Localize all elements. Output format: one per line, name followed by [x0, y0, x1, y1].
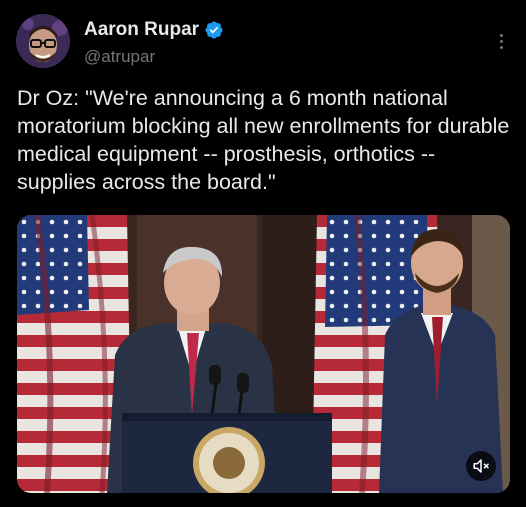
post-header: Aaron Rupar @atrupar [0, 0, 526, 80]
video-frame [17, 215, 510, 493]
verified-badge-icon [205, 21, 223, 39]
author-handle[interactable]: @atrupar [84, 47, 155, 67]
avatar-photo [16, 14, 70, 68]
post-text: Dr Oz: "We're announcing a 6 month natio… [17, 86, 510, 194]
display-name[interactable]: Aaron Rupar [84, 19, 199, 41]
more-options-icon[interactable] [498, 34, 504, 52]
mute-toggle[interactable] [466, 451, 496, 481]
speaker-muted-icon [473, 459, 490, 473]
video-player[interactable] [17, 215, 510, 493]
author-name-row[interactable]: Aaron Rupar [84, 19, 224, 41]
avatar[interactable] [16, 14, 70, 68]
